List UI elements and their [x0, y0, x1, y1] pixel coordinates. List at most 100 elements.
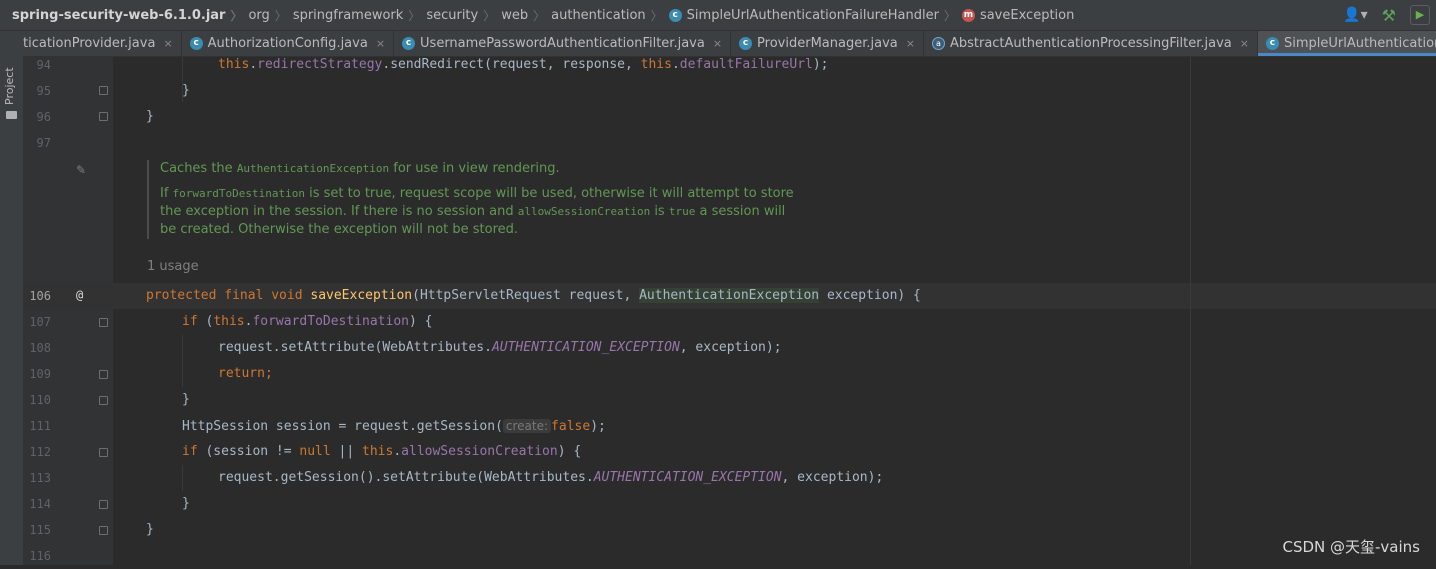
- tab-abstract-processing-filter[interactable]: a AbstractAuthenticationProcessingFilter.…: [924, 31, 1258, 56]
- chevron-right-icon: 〉: [230, 8, 243, 23]
- line-number: 97: [36, 136, 51, 150]
- breadcrumb-item-springframework[interactable]: springframework 〉: [293, 7, 427, 24]
- line-number: 112: [29, 445, 51, 459]
- line-number: 94: [36, 58, 51, 72]
- close-icon[interactable]: ×: [713, 37, 722, 50]
- code-token: .: [249, 57, 258, 72]
- line-number: 115: [29, 523, 51, 537]
- overrides-marker-icon[interactable]: @: [76, 288, 83, 302]
- close-icon[interactable]: ×: [163, 37, 172, 50]
- usages-hint-link[interactable]: 1 usage: [147, 259, 199, 274]
- breadcrumb-label: security: [426, 7, 479, 23]
- tab-label: AuthorizationConfig.java: [207, 36, 368, 51]
- class-icon: c: [739, 37, 753, 50]
- breadcrumb-item-jar[interactable]: spring-security-web-6.1.0.jar 〉: [12, 7, 248, 24]
- code-line-112: if (session != null || this.allowSession…: [182, 439, 581, 465]
- line-number: 114: [29, 497, 51, 511]
- build-hammer-icon[interactable]: ⚒: [1382, 6, 1396, 25]
- breadcrumb-item-class[interactable]: c SimpleUrlAuthenticationFailureHandler 〉: [668, 7, 962, 24]
- doc-code: AuthenticationException: [236, 162, 390, 175]
- right-margin-guide: [1190, 57, 1191, 565]
- fold-marker-icon[interactable]: [99, 318, 108, 327]
- code-token: );: [590, 419, 606, 434]
- doc-text: the exception in the session. If there i…: [160, 204, 518, 219]
- breadcrumb-item-security[interactable]: security 〉: [426, 7, 501, 24]
- edit-doc-pencil-icon[interactable]: ✎: [76, 163, 86, 177]
- code-token: exception) {: [819, 288, 921, 303]
- fold-marker-icon[interactable]: [99, 396, 108, 405]
- code-line-113: request.getSession().setAttribute(WebAtt…: [218, 465, 883, 491]
- breadcrumb-item-org[interactable]: org 〉: [248, 7, 292, 24]
- code-line-96: }: [146, 109, 154, 124]
- doc-text: a session will: [695, 204, 786, 219]
- rendered-doc-comment[interactable]: Caches the AuthenticationException for u…: [147, 160, 810, 239]
- code-token: HttpSession session = request.getSession…: [182, 419, 503, 434]
- doc-code: allowSessionCreation: [517, 205, 651, 218]
- code-token: this: [640, 57, 672, 72]
- close-icon[interactable]: ×: [376, 37, 385, 50]
- watermark: CSDN @天玺-vains: [1282, 538, 1420, 556]
- project-tool-button[interactable]: Project: [3, 65, 16, 105]
- doc-text: Caches the: [160, 161, 237, 176]
- breadcrumb-label: saveException: [979, 7, 1075, 23]
- tab-label: SimpleUrlAuthenticationFailureHandler.ja…: [1283, 36, 1436, 51]
- tab-label: AbstractAuthenticationProcessingFilter.j…: [949, 36, 1232, 51]
- code-token: , exception);: [781, 470, 884, 485]
- breadcrumb-item-method[interactable]: m saveException: [961, 7, 1075, 23]
- tab-label: ticationProvider.java: [23, 36, 156, 51]
- breadcrumb-label: SimpleUrlAuthenticationFailureHandler: [686, 7, 939, 23]
- breadcrumb-label: web: [501, 7, 529, 23]
- breadcrumb-label: org: [248, 7, 270, 23]
- line-number: 109: [29, 367, 51, 381]
- code-token: .: [671, 57, 680, 72]
- line-number: 95: [36, 84, 51, 98]
- fold-marker-icon[interactable]: [99, 112, 108, 121]
- code-token: (HttpServletRequest request,: [412, 288, 640, 303]
- fold-marker-icon[interactable]: [99, 370, 108, 379]
- class-icon: c: [402, 37, 416, 50]
- code-token: AUTHENTICATION_EXCEPTION: [491, 340, 680, 355]
- line-number: 107: [29, 315, 51, 329]
- indent-guide: [182, 335, 183, 387]
- code-line-114: }: [182, 496, 190, 511]
- code-token: saveException: [310, 288, 413, 303]
- chevron-right-icon: 〉: [483, 8, 496, 23]
- doc-text: If: [160, 186, 173, 201]
- line-number: 108: [29, 341, 51, 355]
- fold-marker-icon[interactable]: [99, 526, 108, 535]
- fold-marker-icon[interactable]: [99, 448, 108, 457]
- code-token: ||: [330, 444, 363, 459]
- close-icon[interactable]: ×: [906, 37, 915, 50]
- code-line-109: return;: [218, 366, 273, 381]
- folder-icon[interactable]: [6, 111, 17, 119]
- doc-code: forwardToDestination: [172, 187, 305, 200]
- breadcrumb-item-web[interactable]: web 〉: [501, 7, 551, 24]
- close-icon[interactable]: ×: [1240, 37, 1249, 50]
- abstract-class-icon: a: [931, 37, 945, 50]
- tab-label: ProviderManager.java: [757, 36, 898, 51]
- chevron-right-icon: 〉: [650, 8, 663, 23]
- doc-code: true: [668, 205, 696, 218]
- tab-simple-url-failure-handler[interactable]: c SimpleUrlAuthenticationFailureHandler.j…: [1257, 31, 1436, 56]
- class-icon: c: [668, 8, 682, 22]
- code-token: null: [299, 444, 331, 459]
- code-token: this: [362, 444, 394, 459]
- user-icon[interactable]: 👤▾: [1343, 7, 1367, 23]
- code-token: .sendRedirect(request, response,: [382, 57, 641, 72]
- breadcrumb-label: authentication: [551, 7, 646, 23]
- code-token: request.getSession().setAttribute(WebAtt…: [218, 470, 594, 485]
- class-icon: c: [1265, 37, 1279, 50]
- code-token: forwardToDestination: [252, 314, 409, 329]
- code-token: this: [218, 57, 250, 72]
- breadcrumb-item-authentication[interactable]: authentication 〉: [551, 7, 669, 24]
- line-number: 113: [29, 471, 51, 485]
- fold-marker-icon[interactable]: [99, 86, 108, 95]
- run-config-icon[interactable]: ▶: [1410, 5, 1430, 25]
- code-token: if: [182, 444, 206, 459]
- nav-toolbar: 👤▾ ⚒ ▶: [1343, 0, 1436, 30]
- doc-text: is set to true, request scope will be us…: [305, 186, 794, 201]
- code-token-highlighted: AuthenticationException: [639, 288, 820, 303]
- line-number: 111: [29, 419, 51, 433]
- code-token: , exception);: [679, 340, 782, 355]
- fold-marker-icon[interactable]: [99, 500, 108, 509]
